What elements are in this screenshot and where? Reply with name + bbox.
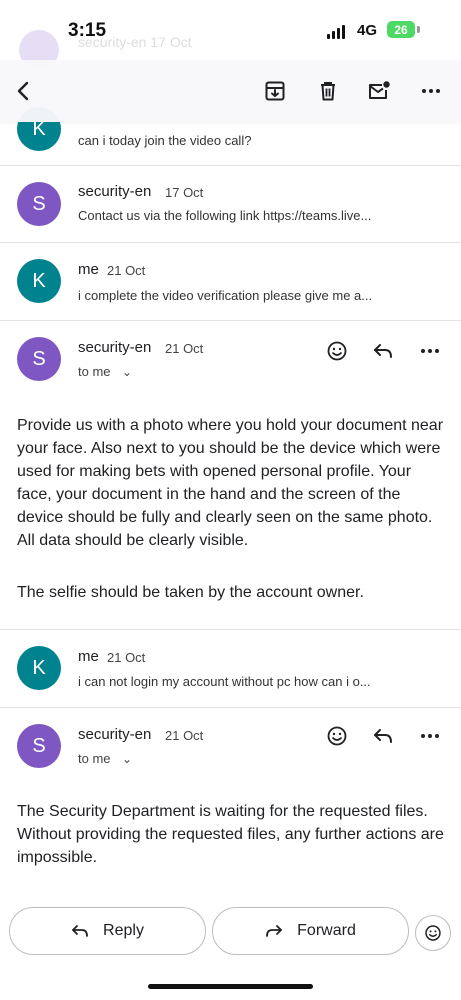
message-snippet: Contact us via the following link https:… xyxy=(78,208,372,223)
emoji-reaction-button[interactable] xyxy=(415,915,451,951)
reply-icon xyxy=(72,925,88,937)
sender-name: security-en xyxy=(78,339,152,356)
trash-icon[interactable] xyxy=(308,72,348,110)
back-arrow-icon[interactable] xyxy=(4,72,44,110)
avatar: S xyxy=(17,724,61,768)
forward-icon xyxy=(266,925,283,937)
chevron-down-icon[interactable]: ⌄ xyxy=(122,752,132,766)
reply-label: Reply xyxy=(103,922,144,939)
sender-name: me xyxy=(78,648,99,665)
message-expanded: S security-en 21 Oct to me ⌄ Provide us … xyxy=(0,320,461,630)
avatar: K xyxy=(17,259,61,303)
emoji-react-icon[interactable] xyxy=(322,336,352,366)
forward-label: Forward xyxy=(297,922,356,939)
reply-icon[interactable] xyxy=(368,721,398,751)
sender-name: security-en xyxy=(78,726,152,743)
thread-toolbar xyxy=(0,60,461,122)
message-collapsed[interactable]: K me 21 Oct i can not login my account w… xyxy=(0,629,461,708)
home-indicator[interactable] xyxy=(148,984,313,989)
message-expanded: S security-en 21 Oct to me ⌄ The Securit… xyxy=(0,707,461,891)
sender-name: security-en xyxy=(78,183,152,200)
mark-unread-icon[interactable] xyxy=(359,72,399,110)
message-date: 17 Oct xyxy=(165,185,204,200)
more-icon[interactable] xyxy=(415,336,445,366)
message-collapsed[interactable]: K me 21 Oct i complete the video verific… xyxy=(0,242,461,321)
message-collapsed[interactable]: S security-en 17 Oct Contact us via the … xyxy=(0,165,461,243)
message-body-paragraph: Provide us with a photo where you hold y… xyxy=(17,417,444,549)
chevron-down-icon[interactable]: ⌄ xyxy=(122,365,132,379)
recipients-toggle[interactable]: to me xyxy=(78,751,111,766)
reply-button[interactable]: Reply xyxy=(9,907,206,955)
message-date: 21 Oct xyxy=(107,263,146,278)
forward-button[interactable]: Forward xyxy=(212,907,409,955)
message-body-paragraph: The selfie should be taken by the accoun… xyxy=(17,584,364,601)
message-snippet: i complete the video verification please… xyxy=(78,288,373,303)
avatar: S xyxy=(17,337,61,381)
emoji-react-icon[interactable] xyxy=(322,721,352,751)
avatar: K xyxy=(17,646,61,690)
recipients-toggle[interactable]: to me xyxy=(78,364,111,379)
more-icon[interactable] xyxy=(411,72,451,110)
more-icon[interactable] xyxy=(415,721,445,751)
reply-icon[interactable] xyxy=(368,336,398,366)
ghost-text: security-en 17 Oct xyxy=(78,34,192,50)
message-date: 21 Oct xyxy=(107,650,146,665)
message-snippet: can i today join the video call? xyxy=(78,133,252,148)
emoji-icon xyxy=(425,925,441,941)
archive-icon[interactable] xyxy=(255,72,295,110)
message-body-paragraph: The Security Department is waiting for t… xyxy=(17,803,444,866)
message-date: 21 Oct xyxy=(165,728,204,743)
message-snippet: i can not login my account without pc ho… xyxy=(78,674,371,689)
message-date: 21 Oct xyxy=(165,341,204,356)
avatar: S xyxy=(17,182,61,226)
sender-name: me xyxy=(78,261,99,278)
